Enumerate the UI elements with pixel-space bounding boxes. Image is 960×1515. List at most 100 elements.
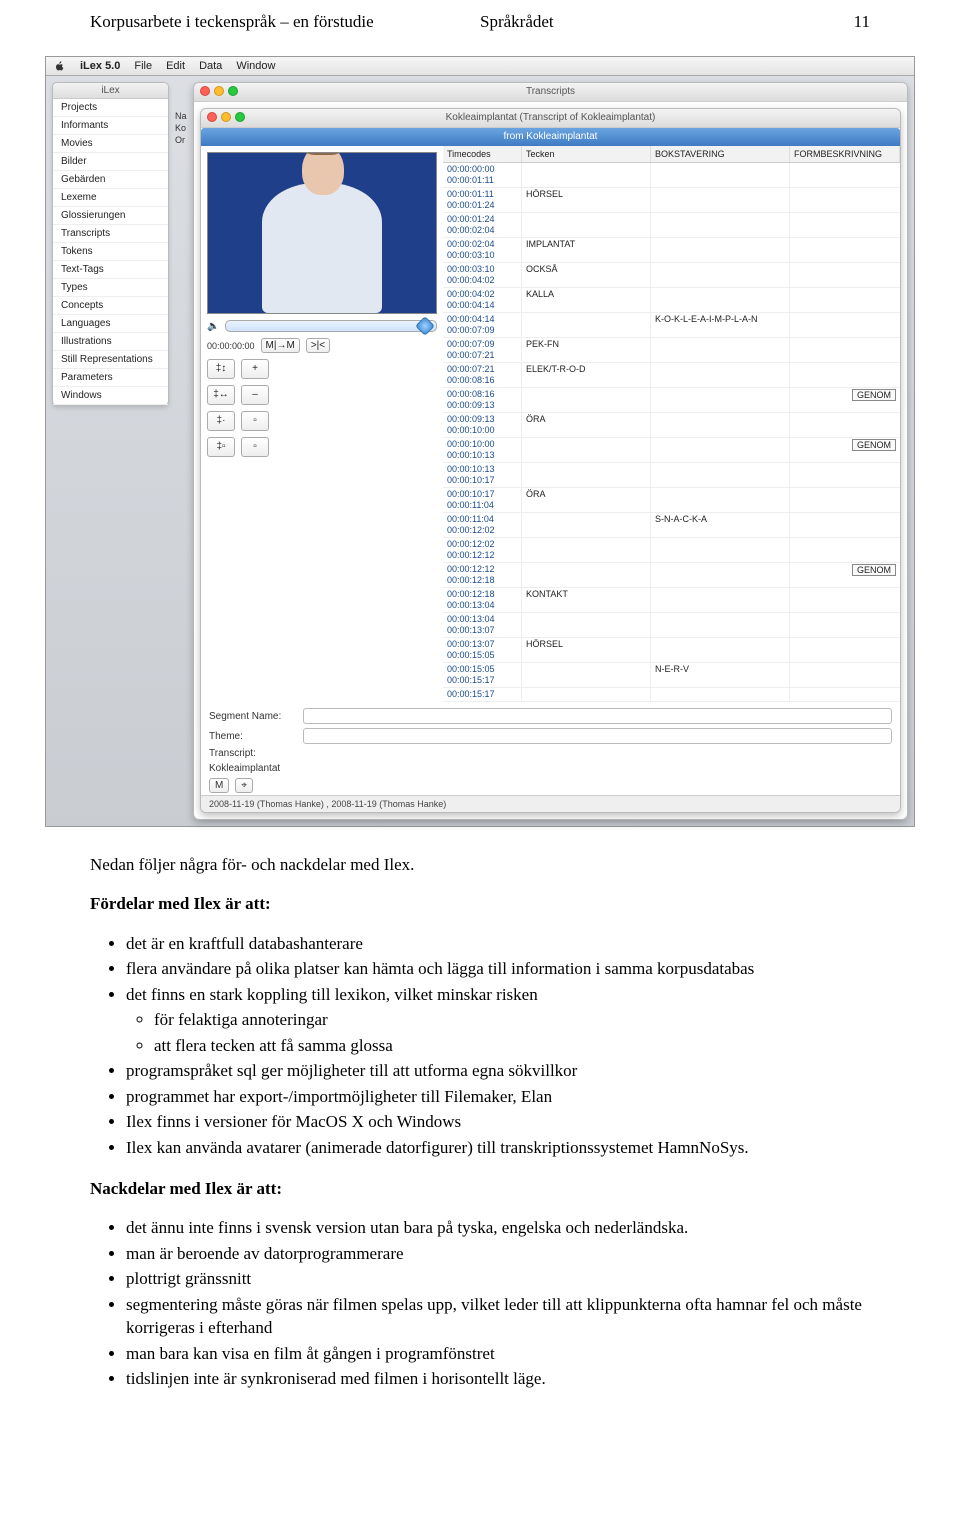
tecken-cell[interactable]: [522, 563, 651, 587]
sidebar-item-informants[interactable]: Informants: [53, 117, 168, 135]
play-range-button[interactable]: >|<: [306, 338, 330, 353]
tool-button[interactable]: ‡▫: [207, 437, 235, 457]
annotation-row[interactable]: 00:00:11:0400:00:12:02S-N-A-C-K-A: [443, 513, 900, 538]
formbeskrivning-cell[interactable]: [790, 688, 900, 701]
tool-button[interactable]: ▫: [241, 411, 269, 431]
annotation-row[interactable]: 00:00:15:17: [443, 688, 900, 702]
sidebar-item-projects[interactable]: Projects: [53, 99, 168, 117]
col-formbeskrivning[interactable]: FORMBESKRIVNING: [790, 146, 900, 162]
formbeskrivning-cell[interactable]: GENOM: [790, 438, 900, 462]
tool-button[interactable]: –: [241, 385, 269, 405]
zoom-icon[interactable]: [228, 86, 238, 96]
formbeskrivning-cell[interactable]: [790, 338, 900, 362]
tool-button[interactable]: +: [241, 359, 269, 379]
bokstavering-cell[interactable]: [651, 163, 790, 187]
bokstavering-cell[interactable]: [651, 388, 790, 412]
apple-menu-icon[interactable]: [54, 60, 66, 72]
close-icon[interactable]: [207, 112, 217, 122]
bokstavering-cell[interactable]: [651, 363, 790, 387]
bokstavering-cell[interactable]: [651, 438, 790, 462]
sidebar-item-gebarden[interactable]: Gebärden: [53, 171, 168, 189]
sidebar-item-bilder[interactable]: Bilder: [53, 153, 168, 171]
bokstavering-cell[interactable]: [651, 613, 790, 637]
tool-button[interactable]: ‡·: [207, 411, 235, 431]
tecken-cell[interactable]: [522, 513, 651, 537]
col-timecodes[interactable]: Timecodes: [443, 146, 522, 162]
annotation-row[interactable]: 00:00:01:1100:00:01:24HÖRSEL: [443, 188, 900, 213]
video-frame[interactable]: [207, 152, 437, 314]
tool-button[interactable]: ‡↕: [207, 359, 235, 379]
tecken-cell[interactable]: IMPLANTAT: [522, 238, 651, 262]
segment-name-input[interactable]: [303, 708, 892, 724]
tecken-cell[interactable]: [522, 438, 651, 462]
annotation-row[interactable]: 00:00:10:1300:00:10:17: [443, 463, 900, 488]
menu-file[interactable]: File: [134, 60, 152, 72]
tecken-cell[interactable]: [522, 538, 651, 562]
chip-anchor[interactable]: ⌖: [235, 778, 253, 793]
formbeskrivning-cell[interactable]: [790, 188, 900, 212]
tecken-cell[interactable]: PEK-FN: [522, 338, 651, 362]
zoom-icon[interactable]: [235, 112, 245, 122]
minimize-icon[interactable]: [214, 86, 224, 96]
tool-button[interactable]: ‡↔: [207, 385, 235, 405]
formbeskrivning-cell[interactable]: GENOM: [790, 563, 900, 587]
bokstavering-cell[interactable]: [651, 213, 790, 237]
annotation-row[interactable]: 00:00:09:1300:00:10:00ÖRA: [443, 413, 900, 438]
tecken-cell[interactable]: [522, 463, 651, 487]
tecken-cell[interactable]: [522, 163, 651, 187]
tecken-cell[interactable]: ÖRA: [522, 413, 651, 437]
menu-data[interactable]: Data: [199, 60, 222, 72]
window-controls[interactable]: [200, 86, 238, 96]
tecken-cell[interactable]: [522, 663, 651, 687]
formbeskrivning-cell[interactable]: [790, 313, 900, 337]
bokstavering-cell[interactable]: [651, 638, 790, 662]
tecken-cell[interactable]: [522, 313, 651, 337]
annotation-row[interactable]: 00:00:08:1600:00:09:13GENOM: [443, 388, 900, 413]
annotation-row[interactable]: 00:00:12:1200:00:12:18GENOM: [443, 563, 900, 588]
chip-m[interactable]: M: [209, 778, 229, 793]
bokstavering-cell[interactable]: [651, 463, 790, 487]
sidebar-item-stillrep[interactable]: Still Representations: [53, 351, 168, 369]
formbeskrivning-cell[interactable]: [790, 288, 900, 312]
bokstavering-cell[interactable]: K-O-K-L-E-A-I-M-P-L-A-N: [651, 313, 790, 337]
sidebar-item-movies[interactable]: Movies: [53, 135, 168, 153]
menu-edit[interactable]: Edit: [166, 60, 185, 72]
formbeskrivning-cell[interactable]: [790, 263, 900, 287]
bokstavering-cell[interactable]: [651, 588, 790, 612]
formbeskrivning-cell[interactable]: [790, 538, 900, 562]
formbeskrivning-cell[interactable]: [790, 363, 900, 387]
tool-button[interactable]: ▫: [241, 437, 269, 457]
formbeskrivning-cell[interactable]: GENOM: [790, 388, 900, 412]
sidebar-item-illustrations[interactable]: Illustrations: [53, 333, 168, 351]
sidebar-item-windows[interactable]: Windows: [53, 387, 168, 405]
sidebar-item-concepts[interactable]: Concepts: [53, 297, 168, 315]
formbeskrivning-cell[interactable]: [790, 163, 900, 187]
formbeskrivning-cell[interactable]: [790, 238, 900, 262]
tecken-cell[interactable]: KONTAKT: [522, 588, 651, 612]
formbeskrivning-cell[interactable]: [790, 663, 900, 687]
annotation-row[interactable]: 00:00:03:1000:00:04:02OCKSÅ: [443, 263, 900, 288]
bokstavering-cell[interactable]: [651, 188, 790, 212]
transcripts-window-titlebar[interactable]: Transcripts: [194, 83, 907, 102]
app-title[interactable]: iLex 5.0: [80, 60, 120, 72]
bokstavering-cell[interactable]: [651, 538, 790, 562]
tecken-cell[interactable]: OCKSÅ: [522, 263, 651, 287]
col-bokstavering[interactable]: BOKSTAVERING: [651, 146, 790, 162]
close-icon[interactable]: [200, 86, 210, 96]
sidebar-item-languages[interactable]: Languages: [53, 315, 168, 333]
menu-window[interactable]: Window: [236, 60, 275, 72]
sidebar-item-types[interactable]: Types: [53, 279, 168, 297]
speaker-icon[interactable]: 🔈: [207, 321, 219, 332]
formbeskrivning-cell[interactable]: [790, 413, 900, 437]
tecken-cell[interactable]: [522, 688, 651, 701]
annotation-row[interactable]: 00:00:12:1800:00:13:04KONTAKT: [443, 588, 900, 613]
sidebar-item-tokens[interactable]: Tokens: [53, 243, 168, 261]
formbeskrivning-cell[interactable]: [790, 488, 900, 512]
play-mode-button[interactable]: M|→M: [261, 338, 300, 353]
playback-timeline[interactable]: [225, 320, 437, 332]
annotation-row[interactable]: 00:00:01:2400:00:02:04: [443, 213, 900, 238]
tecken-cell[interactable]: ELEK/T-R-O-D: [522, 363, 651, 387]
bokstavering-cell[interactable]: N-E-R-V: [651, 663, 790, 687]
annotation-row[interactable]: 00:00:10:0000:00:10:13GENOM: [443, 438, 900, 463]
bokstavering-cell[interactable]: [651, 688, 790, 701]
